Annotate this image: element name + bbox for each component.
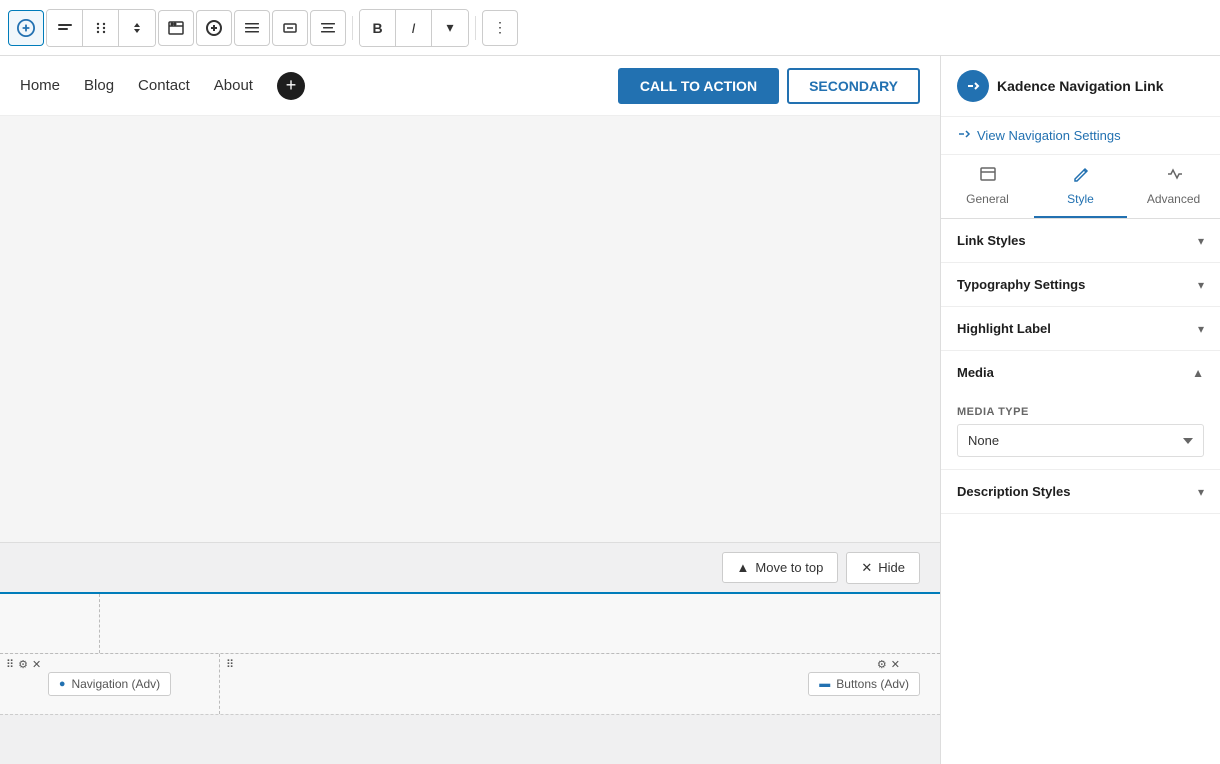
accordion-media: Media ▲ MEDIA TYPE None Icon Image [941,351,1220,470]
right-panel: Kadence Navigation Link View Navigation … [940,56,1220,764]
typography-chevron: ▾ [1198,278,1204,292]
link-styles-chevron: ▾ [1198,234,1204,248]
block-row-empty [0,594,940,654]
accordion-link-styles-header[interactable]: Link Styles ▾ [941,219,1220,262]
nav-contact[interactable]: Contact [138,77,190,94]
close-icon: ✕ [861,560,872,576]
panel-tabs: General Style Advanced [941,155,1220,219]
block-row-nav: ⠿ ⚙ ✕ ● Navigation (Adv) ⠿ ⚙ [0,654,940,714]
advanced-tab-icon [1165,165,1183,188]
toolbar-separator-2 [475,16,476,40]
media-title: Media [957,365,994,380]
hide-label: Hide [878,560,905,575]
preview-button[interactable] [158,10,194,46]
style-tab-label: Style [1067,192,1094,206]
style-tab-icon [1072,165,1090,188]
navigation-block-icon: ● [59,678,66,690]
media-chevron: ▲ [1192,366,1204,380]
more-styles-button[interactable]: ▾ [432,10,468,46]
nav-blog[interactable]: Blog [84,77,114,94]
move-to-top-label: Move to top [755,560,823,575]
description-styles-title: Description Styles [957,484,1070,499]
canvas-area: Home Blog Contact About + CALL TO ACTION… [0,56,940,764]
link-styles-title: Link Styles [957,233,1026,248]
navigation-block-label[interactable]: ● Navigation (Adv) [48,672,171,696]
media-body: MEDIA TYPE None Icon Image [941,394,1220,469]
accordion-description-header[interactable]: Description Styles ▾ [941,470,1220,513]
align-text-button[interactable] [234,10,270,46]
view-navigation-settings[interactable]: View Navigation Settings [941,117,1220,155]
secondary-button[interactable]: SECONDARY [787,68,920,104]
highlight-label-title: Highlight Label [957,321,1051,336]
cta-button[interactable]: CALL TO ACTION [618,68,779,104]
block-drag-button[interactable] [83,10,119,46]
view-settings-text: View Navigation Settings [977,128,1121,143]
block-move-button[interactable] [119,10,155,46]
media-type-label: MEDIA TYPE [957,406,1204,418]
toolbar: B I ▾ ⋮ [0,0,1220,56]
text-format-group: B I ▾ [359,9,469,47]
accordion-typography: Typography Settings ▾ [941,263,1220,307]
more-options-button[interactable]: ⋮ [482,10,518,46]
resize-button[interactable] [272,10,308,46]
nav-links: Home Blog Contact About + [20,72,305,100]
typography-title: Typography Settings [957,277,1085,292]
navigation-block-text: Navigation (Adv) [71,677,160,691]
panel-header-icon [957,70,989,102]
main-layout: Home Blog Contact About + CALL TO ACTION… [0,56,1220,764]
tab-advanced[interactable]: Advanced [1127,155,1220,218]
buttons-block-label[interactable]: ▬ Buttons (Adv) [808,672,920,696]
block-align-button[interactable] [47,10,83,46]
settings-icon [957,127,971,144]
accordion-highlight-header[interactable]: Highlight Label ▾ [941,307,1220,350]
block-cell-buttons: ⠿ ⚙ ✕ ▬ Buttons (Adv) [220,654,940,714]
accordion-media-header[interactable]: Media ▲ [941,351,1220,394]
buttons-block-text: Buttons (Adv) [836,677,909,691]
nav-home[interactable]: Home [20,77,60,94]
accordion-description-styles: Description Styles ▾ [941,470,1220,514]
tab-style[interactable]: Style [1034,155,1127,218]
highlight-chevron: ▾ [1198,322,1204,336]
center-align-button[interactable] [310,10,346,46]
logo-button[interactable] [8,10,44,46]
hide-button[interactable]: ✕ Hide [846,552,920,584]
nav-add-link-button[interactable]: + [277,72,305,100]
buttons-block-icon: ▬ [819,678,830,690]
media-type-select[interactable]: None Icon Image [957,424,1204,457]
canvas-content [0,116,940,542]
tab-general[interactable]: General [941,155,1034,218]
block-cell-navigation: ⠿ ⚙ ✕ ● Navigation (Adv) [0,654,220,714]
bold-button[interactable]: B [360,10,396,46]
description-chevron: ▾ [1198,485,1204,499]
chevron-up-icon: ▲ [737,560,750,575]
nav-about[interactable]: About [214,77,253,94]
nav-canvas: Home Blog Contact About + CALL TO ACTION… [0,56,940,116]
add-button[interactable] [196,10,232,46]
block-editor-area: ⠿ ⚙ ✕ ● Navigation (Adv) ⠿ ⚙ [0,592,940,764]
general-tab-icon [979,165,997,188]
panel-header: Kadence Navigation Link [941,56,1220,117]
advanced-tab-label: Advanced [1147,192,1200,206]
accordion-highlight-label: Highlight Label ▾ [941,307,1220,351]
toolbar-separator-1 [352,16,353,40]
panel-header-title: Kadence Navigation Link [997,78,1163,94]
block-row-bottom [0,714,940,764]
general-tab-label: General [966,192,1009,206]
move-to-top-button[interactable]: ▲ Move to top [722,552,839,583]
accordion-link-styles: Link Styles ▾ [941,219,1220,263]
accordion-typography-header[interactable]: Typography Settings ▾ [941,263,1220,306]
bottom-bar: ▲ Move to top ✕ Hide [0,542,940,592]
nav-cta-buttons: CALL TO ACTION SECONDARY [618,68,920,104]
italic-button[interactable]: I [396,10,432,46]
block-controls [46,9,156,47]
